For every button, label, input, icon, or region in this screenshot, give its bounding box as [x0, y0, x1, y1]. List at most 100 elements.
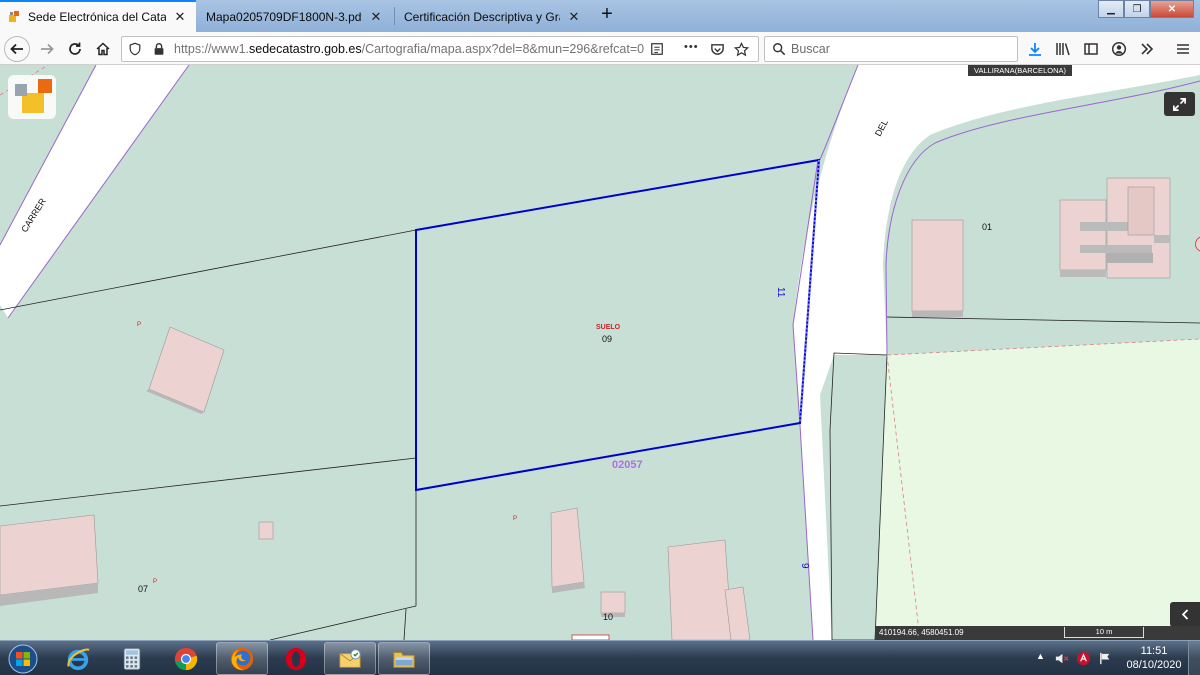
minimize-button[interactable]: ▁ — [1098, 0, 1124, 18]
p-marker: P — [513, 516, 517, 522]
tab-mapa-pdf[interactable]: Mapa0205709DF1800N-3.pdf ✕ — [198, 2, 392, 31]
double-chevron-icon — [1141, 43, 1154, 55]
location-label: VALLIRANA(BARCELONA) — [968, 65, 1072, 76]
catastro-logo-icon — [8, 75, 56, 119]
downloads-button[interactable] — [1022, 36, 1048, 62]
library-button[interactable] — [1050, 36, 1076, 62]
pocket-icon[interactable] — [710, 42, 725, 57]
coordinate-readout: 410194.66, 4580451.09 — [879, 628, 964, 637]
mail-icon — [339, 648, 361, 668]
parcel-use-label: SUELO — [596, 324, 621, 331]
close-tab-icon[interactable]: ✕ — [368, 9, 384, 25]
bookmark-star-icon[interactable] — [734, 42, 749, 57]
action-center-flag-icon[interactable] — [1098, 651, 1113, 666]
home-icon — [96, 42, 110, 56]
sidebar-icon — [1084, 43, 1098, 55]
tab-certificacion[interactable]: Certificación Descriptiva y Gráfica C ✕ — [396, 2, 590, 31]
house-number-9: 9 — [799, 563, 810, 569]
search-placeholder: Buscar — [791, 42, 830, 56]
restore-button[interactable]: ❐ — [1124, 0, 1150, 18]
firefox-taskbar-button[interactable] — [216, 642, 268, 675]
outlook-taskbar-button[interactable] — [324, 642, 376, 675]
close-window-button[interactable]: ✕ — [1150, 0, 1194, 18]
navigation-bar: https://www1.sedecatastro.gob.es/Cartogr… — [0, 32, 1200, 65]
lock-icon[interactable] — [152, 42, 166, 56]
overflow-chevron-button[interactable] — [1134, 36, 1160, 62]
system-tray: ▲ 11:51 08/10/2020 — [1020, 641, 1200, 675]
close-tab-icon[interactable]: ✕ — [566, 9, 582, 25]
url-path: /Cartografia/mapa.aspx?del=8&mun=296&ref… — [361, 42, 644, 56]
catastro-favicon-icon — [9, 11, 19, 22]
cadastral-map[interactable]: CARRER DEL SUELO 09 02057 11 9 01 07 10 … — [0, 65, 1200, 640]
forward-button[interactable] — [34, 36, 60, 62]
reader-view-icon[interactable] — [650, 42, 664, 56]
url-domain: sedecatastro.gob.es — [249, 42, 362, 56]
reload-icon — [69, 42, 81, 55]
building — [667, 539, 733, 640]
reload-button[interactable] — [62, 36, 88, 62]
house-number-11: 11 — [775, 287, 786, 298]
green-area — [875, 339, 1200, 640]
tab-label: Mapa0205709DF1800N-3.pdf — [206, 9, 362, 24]
window-controls: ▁ ❐ ✕ — [1098, 0, 1194, 18]
file-explorer-taskbar-button[interactable] — [378, 642, 430, 675]
antivirus-icon[interactable] — [1076, 651, 1091, 666]
parcel-number-10: 10 — [603, 612, 613, 622]
home-button[interactable] — [90, 36, 116, 62]
clock-time: 11:51 — [1140, 645, 1168, 657]
p-marker: P — [137, 322, 141, 328]
page-actions-menu-icon[interactable]: ••• — [684, 41, 699, 53]
url-bar[interactable]: https://www1.sedecatastro.gob.es/Cartogr… — [121, 36, 759, 62]
chrome-taskbar-button[interactable] — [160, 642, 212, 675]
chrome-icon — [174, 647, 198, 670]
back-button[interactable] — [4, 36, 30, 62]
scale-bar: 10 m — [1064, 627, 1144, 638]
tab-sede-catastro[interactable]: Sede Electrónica del Catastro - ✕ — [0, 0, 196, 32]
building — [911, 219, 964, 317]
parcel-number-label: 09 — [602, 334, 612, 344]
p-marker: P — [153, 579, 157, 585]
parcel-number-07: 07 — [138, 584, 148, 594]
tab-strip: Sede Electrónica del Catastro - ✕ Mapa02… — [0, 0, 1200, 32]
tab-label: Sede Electrónica del Catastro - — [28, 10, 166, 24]
block-number-label: 02057 — [612, 459, 643, 471]
new-tab-button[interactable]: + — [596, 4, 618, 26]
hamburger-menu-button[interactable] — [1170, 36, 1196, 62]
search-bar[interactable]: Buscar — [764, 36, 1018, 62]
internet-explorer-icon — [67, 648, 90, 670]
url-text[interactable]: https://www1.sedecatastro.gob.es/Cartogr… — [174, 42, 644, 56]
show-hidden-icons-icon[interactable]: ▲ — [1036, 651, 1045, 661]
library-icon — [1056, 43, 1070, 56]
start-button[interactable] — [0, 642, 46, 675]
internet-explorer-taskbar-button[interactable] — [52, 642, 104, 675]
windows-taskbar: ▲ 11:51 08/10/2020 — [0, 640, 1200, 675]
download-arrow-icon — [1029, 43, 1041, 56]
system-clock[interactable]: 11:51 08/10/2020 — [1126, 644, 1182, 672]
close-tab-icon[interactable]: ✕ — [172, 9, 188, 25]
account-button[interactable] — [1106, 36, 1132, 62]
opera-taskbar-button[interactable] — [270, 642, 322, 675]
building — [0, 514, 99, 606]
calculator-icon — [123, 647, 141, 670]
coordinate-bar: 410194.66, 4580451.09 10 m — [875, 626, 1200, 640]
tab-separator — [394, 7, 395, 25]
fullscreen-button[interactable] — [1164, 92, 1195, 116]
folder-icon — [393, 651, 415, 668]
collapse-panel-button[interactable] — [1170, 602, 1200, 627]
tab-label: Certificación Descriptiva y Gráfica C — [404, 9, 560, 24]
calculator-taskbar-button[interactable] — [106, 642, 158, 675]
chevron-left-icon — [1181, 609, 1188, 620]
parcel-number-01: 01 — [982, 222, 992, 232]
volume-muted-icon[interactable] — [1054, 651, 1069, 666]
search-icon — [773, 43, 786, 56]
expand-icon — [1173, 97, 1186, 111]
sidebar-button[interactable] — [1078, 36, 1104, 62]
account-icon — [1111, 41, 1127, 57]
forward-arrow-icon — [41, 43, 54, 55]
windows-orb-icon — [8, 644, 38, 673]
show-desktop-button[interactable] — [1188, 641, 1200, 675]
shield-icon[interactable] — [128, 42, 142, 56]
map-canvas[interactable]: CARRER DEL SUELO 09 02057 11 9 01 07 10 … — [0, 65, 1200, 640]
clock-date: 08/10/2020 — [1126, 659, 1182, 671]
back-arrow-icon — [10, 43, 23, 55]
